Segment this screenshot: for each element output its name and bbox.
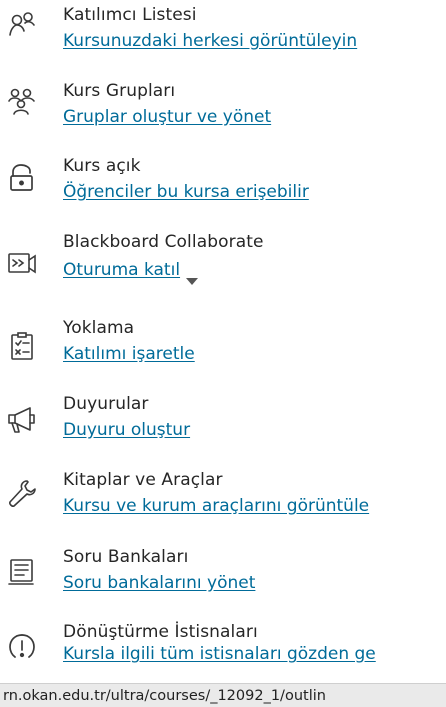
attendance-link[interactable]: Katılımı işaretle [63, 344, 195, 364]
conversion-exceptions-title: Dönüştürme İstisnaları [63, 622, 258, 642]
megaphone-icon [6, 404, 38, 436]
groups-icon [6, 85, 38, 117]
announcements-title: Duyurular [63, 394, 149, 414]
join-session-link[interactable]: Oturuma katıl [63, 260, 180, 280]
question-banks-title: Soru Bankaları [63, 547, 189, 567]
join-session-label: Oturuma katıl [63, 260, 181, 280]
question-bank-icon [6, 557, 38, 589]
books-tools-link[interactable]: Kursu ve kurum araçlarını görüntüle [63, 496, 369, 516]
conversion-icon [6, 632, 38, 664]
unlock-icon [6, 162, 38, 194]
course-groups-item: Kurs Grupları Gruplar oluştur ve yönet [0, 81, 446, 145]
collaborate-item: Blackboard Collaborate Oturuma katıl [0, 232, 446, 296]
course-groups-title: Kurs Grupları [63, 81, 176, 101]
collaborate-title: Blackboard Collaborate [63, 232, 264, 252]
attendance-icon [6, 330, 38, 362]
roster-icon [6, 9, 38, 41]
collaborate-icon [6, 248, 38, 280]
course-groups-link[interactable]: Gruplar oluştur ve yönet [63, 107, 271, 127]
roster-item: Katılımcı Listesi Kursunuzdaki herkesi g… [0, 5, 446, 69]
question-banks-link[interactable]: Soru bankalarını yönet [63, 573, 255, 593]
chevron-down-icon[interactable] [186, 278, 198, 285]
status-bar-url: rn.okan.edu.tr/ultra/courses/_12092_1/ou… [0, 683, 446, 707]
roster-title: Katılımcı Listesi [63, 5, 197, 25]
course-open-item: Kurs açık Öğrenciler bu kursa erişebilir [0, 156, 446, 220]
course-details-panel: Katılımcı Listesi Kursunuzdaki herkesi g… [0, 0, 446, 707]
announcements-link[interactable]: Duyuru oluştur [63, 420, 190, 440]
roster-link[interactable]: Kursunuzdaki herkesi görüntüleyin [63, 31, 357, 51]
question-banks-item: Soru Bankaları Soru bankalarını yönet [0, 547, 446, 611]
attendance-item: Yoklama Katılımı işaretle [0, 318, 446, 382]
conversion-exceptions-item: Dönüştürme İstisnaları Kursla ilgili tüm… [0, 622, 446, 686]
course-open-title: Kurs açık [63, 156, 141, 176]
tools-icon [6, 478, 38, 510]
course-open-link[interactable]: Öğrenciler bu kursa erişebilir [63, 182, 309, 202]
books-tools-title: Kitaplar ve Araçlar [63, 470, 223, 490]
announcements-item: Duyurular Duyuru oluştur [0, 394, 446, 458]
books-tools-item: Kitaplar ve Araçlar Kursu ve kurum araçl… [0, 470, 446, 534]
attendance-title: Yoklama [63, 318, 135, 338]
conversion-exceptions-link[interactable]: Kursla ilgili tüm istisnaları gözden ge [63, 644, 376, 664]
